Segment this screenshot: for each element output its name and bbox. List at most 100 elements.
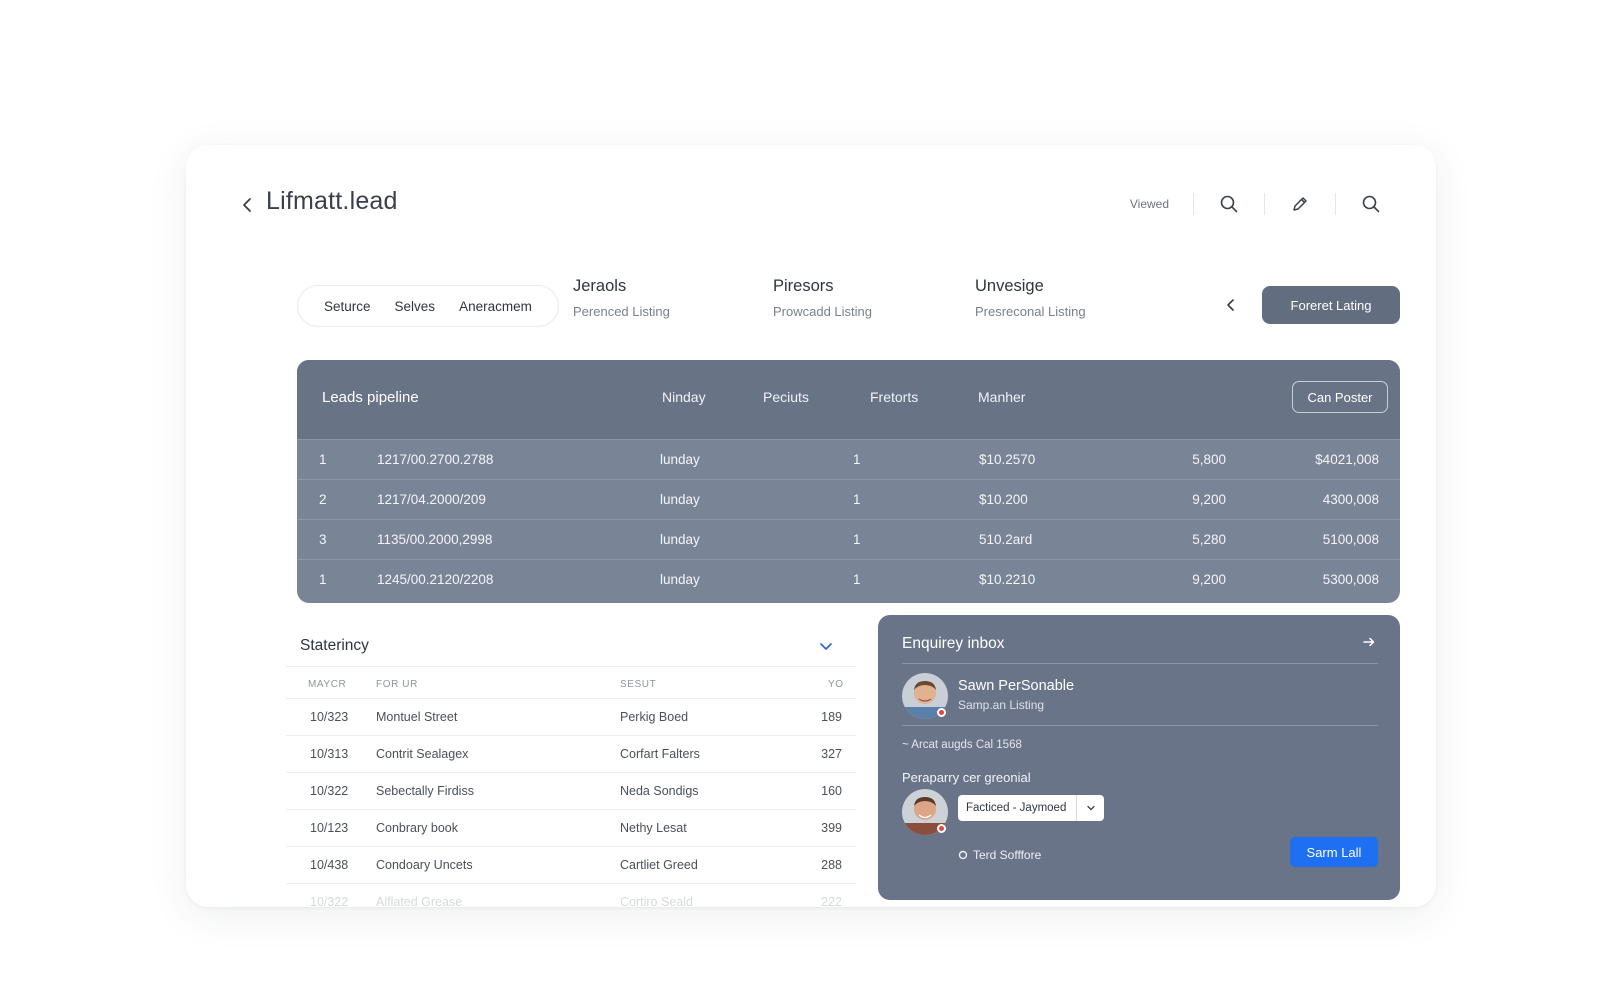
pipeline-cell-day: lunday <box>660 532 700 547</box>
contact-subtitle: Samp.an Listing <box>958 698 1045 712</box>
divider <box>1193 193 1194 215</box>
table-cell-date: 10/123 <box>310 821 349 835</box>
segment-2[interactable]: Aneracmem <box>459 299 532 314</box>
back-button[interactable] <box>236 193 260 217</box>
assign-label: Peraparry cer greonial <box>902 770 1031 785</box>
search-icon <box>1220 195 1238 213</box>
pipeline-cell-qty: 1 <box>853 452 861 467</box>
table-cell-name: Sebectally Firdiss <box>376 784 474 798</box>
enquiry-inbox: Enquirey inbox Sawn PerSonable Samp.an L… <box>878 615 1400 900</box>
table-cell-value: 399 <box>821 821 842 835</box>
contact-name[interactable]: Sawn PerSonable <box>958 678 1074 694</box>
pipeline-row[interactable]: 1 1217/00.2700.2788 lunday 1 $10.2570 5,800 $4… <box>297 440 1400 480</box>
table-cell-source: Perkig Boed <box>620 710 689 724</box>
pipeline-cell-total: $4021,008 <box>1315 452 1379 467</box>
open-inbox-button[interactable] <box>1360 633 1378 651</box>
table-cell-name: Alflated Grease <box>376 895 463 907</box>
segment-0[interactable]: Seturce <box>324 299 371 314</box>
app-title: Lifmatt.lead <box>266 187 398 215</box>
table-row[interactable]: 10/323 Montuel Street Perkig Boed 189 <box>286 699 856 736</box>
staterincy-panel: Staterincy MAYCR FOR UR SESUT YO 10/323 M… <box>286 621 856 907</box>
pen-icon <box>1293 197 1307 211</box>
listing-title: Piresors <box>773 277 834 295</box>
check-icon <box>820 643 832 650</box>
table-row[interactable]: 10/322 Sebectally Firdiss Neda Sondigs 160 <box>286 773 856 810</box>
divider <box>902 663 1378 664</box>
chevron-left-icon <box>243 198 251 212</box>
listing-tab-1[interactable]: Piresors Prowcadd Listing <box>773 277 872 319</box>
pipeline-cell-num: 3 <box>319 532 327 547</box>
listing-tab-0[interactable]: Jeraols Perenced Listing <box>573 277 670 319</box>
pipeline-row[interactable]: 3 1135/00.2000,2998 lunday 1 510.2ard 5,280 51… <box>297 520 1400 560</box>
panel-title: Staterincy <box>300 637 369 654</box>
listing-subtitle: Presreconal Listing <box>975 304 1086 319</box>
column-header[interactable]: Manher <box>978 389 1025 405</box>
dot-icon <box>958 850 968 860</box>
listing-tab-2[interactable]: Unvesige Presreconal Listing <box>975 277 1086 319</box>
meta-line: ~ Arcat augds Cal 1568 <box>902 739 1022 751</box>
pipeline-cell-score: 9,200 <box>1192 572 1226 587</box>
assignee-select[interactable]: Facticed - Jaymoed <box>958 795 1104 821</box>
avatar[interactable] <box>902 673 948 719</box>
pipeline-cell-id: 1135/00.2000,2998 <box>377 532 493 547</box>
pipeline-cell-day: lunday <box>660 492 700 507</box>
chevron-left-icon <box>1227 299 1234 311</box>
table-cell-value: 189 <box>821 710 842 724</box>
pipeline-cell-total: 5100,008 <box>1322 532 1379 547</box>
table-cell-name: Montuel Street <box>376 710 458 724</box>
pipeline-cell-score: 5,280 <box>1192 532 1226 547</box>
avatar[interactable] <box>902 789 948 835</box>
pipeline-title: Leads pipeline <box>322 389 419 406</box>
search-button[interactable] <box>1216 191 1242 217</box>
table-cell-source: Neda Sondigs <box>620 784 699 798</box>
pipeline-cell-day: lunday <box>660 572 700 587</box>
collapse-toggle[interactable] <box>818 638 834 654</box>
edit-button[interactable] <box>1287 191 1313 217</box>
send-button[interactable]: Sarm Lall <box>1290 837 1378 867</box>
column-header[interactable]: Peciuts <box>763 389 809 405</box>
table-row[interactable]: 10/313 Contrit Sealagex Corfart Falters 327 <box>286 736 856 773</box>
column-header[interactable]: Ninday <box>662 389 706 405</box>
pipeline-cell-amount: $10.2570 <box>979 452 1036 467</box>
divider <box>1264 193 1265 215</box>
pipeline-cell-total: 4300,008 <box>1322 492 1379 507</box>
table-row[interactable]: 10/123 Conbrary book Nethy Lesat 399 <box>286 810 856 847</box>
pipeline-cell-qty: 1 <box>853 572 861 587</box>
column-header[interactable]: MAYCR <box>308 679 346 690</box>
segmented-control: Seturce Selves Aneracmem <box>297 285 559 327</box>
previous-button[interactable] <box>1222 296 1240 314</box>
panel-rows: 10/323 Montuel Street Perkig Boed 189 10/313… <box>286 699 856 907</box>
table-cell-date: 10/313 <box>310 747 349 761</box>
table-row[interactable]: 10/322 Alflated Grease Cortiro Seald 222 <box>286 884 856 907</box>
pipeline-row[interactable]: 2 1217/04.2000/209 lunday 1 $10.200 9,200 4300… <box>297 480 1400 520</box>
column-header[interactable]: Fretorts <box>870 389 918 405</box>
column-header[interactable]: YO <box>828 679 844 690</box>
forward-listing-button[interactable]: Foreret Lating <box>1262 286 1400 324</box>
select-value: Facticed - Jaymoed <box>966 802 1067 814</box>
column-header[interactable]: FOR UR <box>376 679 418 690</box>
pipeline-cell-qty: 1 <box>853 532 861 547</box>
pipeline-header: Leads pipeline Ninday Peciuts Fretorts M… <box>297 360 1400 440</box>
listing-title: Unvesige <box>975 277 1044 295</box>
pipeline-cell-day: lunday <box>660 452 700 467</box>
pipeline-row[interactable]: 1 1245/00.2120/2208 lunday 1 $10.2210 9,200 53… <box>297 560 1400 600</box>
search-button-secondary[interactable] <box>1358 191 1384 217</box>
status-dot-icon <box>937 708 946 717</box>
table-row[interactable]: 10/438 Condoary Uncets Cartliet Greed 288 <box>286 847 856 884</box>
panel-header: Staterincy <box>286 621 856 667</box>
table-cell-value: 222 <box>821 895 842 907</box>
pipeline-cell-amount: 510.2ard <box>979 532 1033 547</box>
pipeline-cell-amount: $10.200 <box>979 492 1028 507</box>
table-cell-date: 10/323 <box>310 710 349 724</box>
pipeline-rows: 1 1217/00.2700.2788 lunday 1 $10.2570 5,800 $4… <box>297 440 1400 600</box>
column-header[interactable]: SESUT <box>620 679 656 690</box>
pipeline-cell-id: 1217/00.2700.2788 <box>377 452 494 467</box>
segment-1[interactable]: Selves <box>395 299 436 314</box>
divider <box>902 725 1378 726</box>
table-cell-date: 10/322 <box>310 784 349 798</box>
table-cell-source: Cartliet Greed <box>620 858 698 872</box>
status-dot-icon <box>937 824 946 833</box>
can-poster-button[interactable]: Can Poster <box>1292 381 1388 413</box>
leads-pipeline-table: Leads pipeline Ninday Peciuts Fretorts M… <box>297 360 1400 603</box>
listing-subtitle: Prowcadd Listing <box>773 304 872 319</box>
